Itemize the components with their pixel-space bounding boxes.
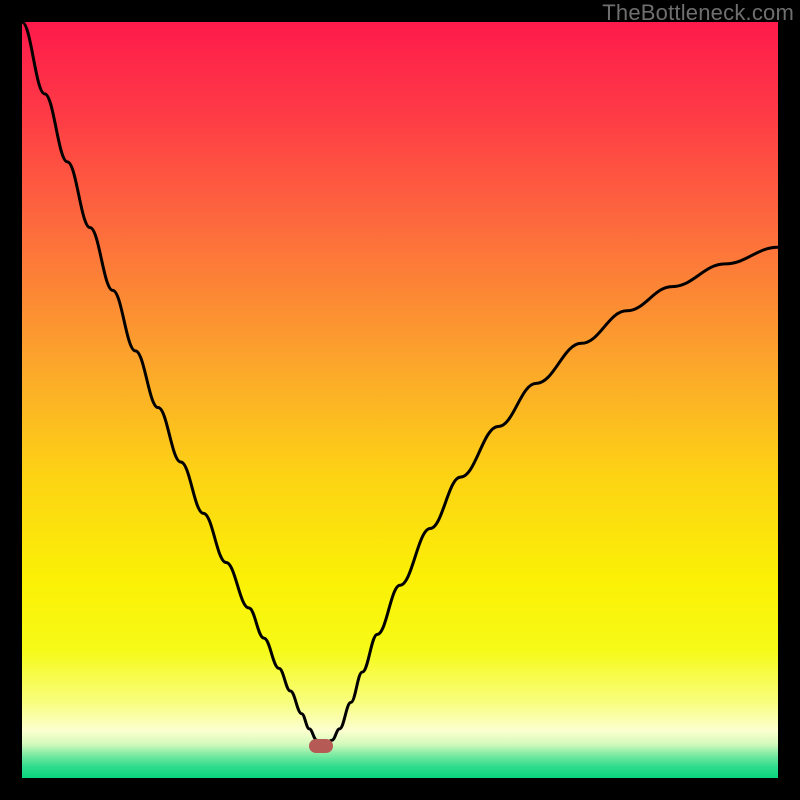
plot-area — [22, 22, 778, 778]
chart-container: TheBottleneck.com — [0, 0, 800, 800]
optimal-marker — [309, 739, 333, 753]
